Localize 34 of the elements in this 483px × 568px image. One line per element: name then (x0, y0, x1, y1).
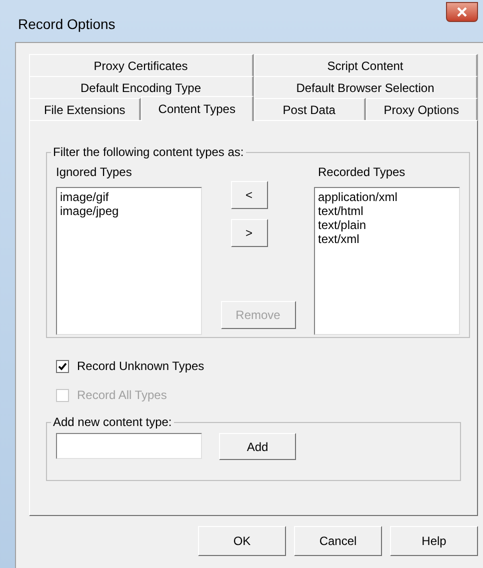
move-button[interactable]: > (230, 219, 268, 247)
tab[interactable]: Script Content (254, 54, 478, 76)
content-type-field[interactable] (56, 433, 202, 459)
add-button[interactable]: Add (219, 433, 296, 460)
checkbox[interactable] (56, 360, 69, 372)
list-label: Recorded Types (318, 164, 406, 181)
list-item[interactable]: text/xml (318, 232, 456, 246)
group-title: Add new content type: (52, 414, 173, 431)
list-item[interactable]: text/plain (318, 218, 456, 232)
tab[interactable]: Default Browser Selection (254, 76, 478, 98)
ignored-types-list[interactable]: image/gif image/jpeg (56, 187, 202, 335)
tab[interactable]: Proxy Certificates (29, 54, 254, 76)
window-title: Record Options (18, 15, 116, 34)
list-item[interactable]: image/jpeg (60, 204, 198, 218)
close-icon (457, 7, 467, 17)
dialog-button[interactable]: Help (390, 526, 478, 556)
checkbox-label: Record Unknown Types (77, 358, 204, 375)
dialog-button[interactable]: Cancel (294, 526, 382, 556)
list-label: Ignored Types (56, 164, 133, 181)
dialog-button[interactable]: OK (198, 526, 286, 556)
tab[interactable]: File Extensions (29, 98, 142, 120)
tab[interactable]: Default Encoding Type (29, 76, 254, 98)
checkmark-icon (58, 362, 67, 370)
checkbox-label: Record All Types (77, 387, 167, 404)
list-item[interactable]: image/gif (60, 190, 198, 204)
tab[interactable]: Post Data (254, 98, 366, 120)
group-title: Filter the following content types as: (52, 144, 245, 161)
list-item[interactable]: application/xml (318, 190, 456, 204)
tab[interactable]: Proxy Options (366, 98, 478, 120)
close-button[interactable] (446, 2, 478, 22)
list-item[interactable]: text/html (318, 204, 456, 218)
recorded-types-list[interactable]: application/xml text/html text/plain text/xml (314, 187, 460, 335)
move-button[interactable]: < (230, 181, 268, 209)
tab[interactable]: Content Types (141, 96, 254, 121)
